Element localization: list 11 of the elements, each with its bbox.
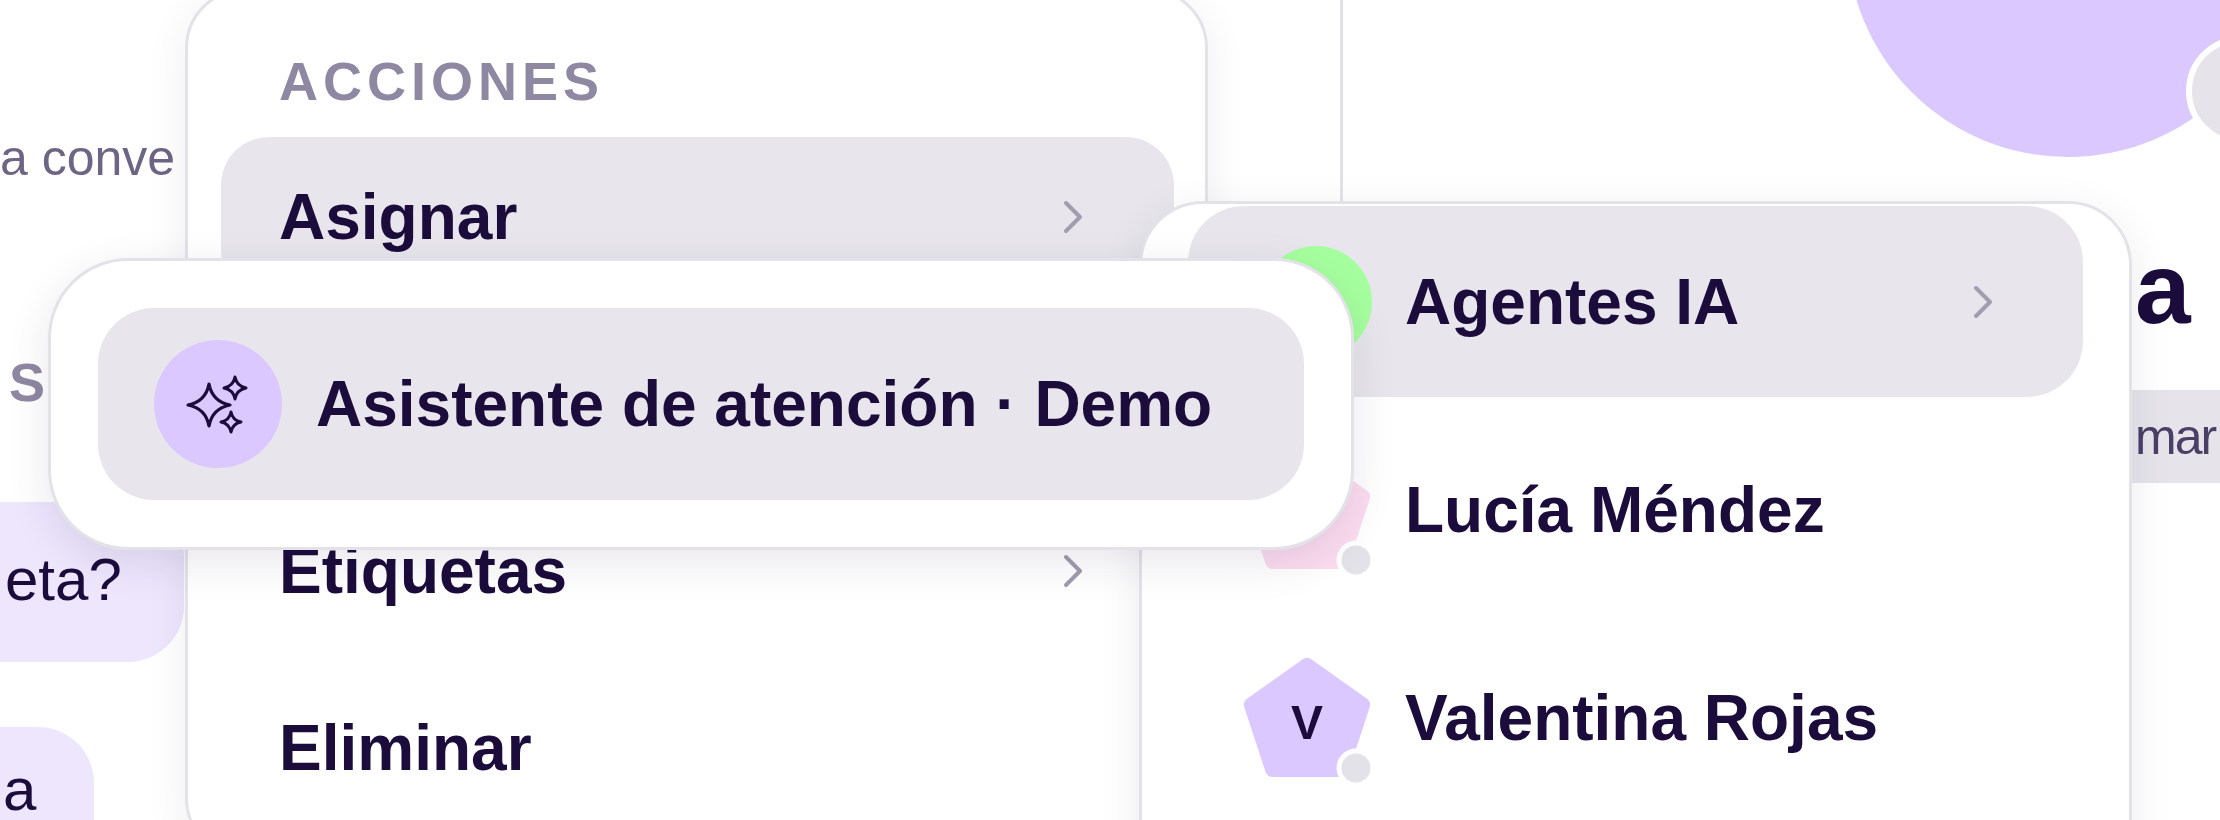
menu-item[interactable]: Asistente de atención · Demo xyxy=(98,308,1304,500)
avatar: V xyxy=(1243,657,1371,778)
message-bubble: a xyxy=(0,727,95,820)
menu-section-header: ACCIONES xyxy=(279,54,605,108)
menu-item[interactable]: V Valentina Rojas xyxy=(1188,622,2083,813)
sparkle-icon xyxy=(154,340,282,468)
contact-tag: mar xyxy=(2132,390,2220,483)
contact-name: a xyxy=(2135,238,2193,338)
menu-item[interactable]: Eliminar xyxy=(221,668,1174,820)
section-label: S xyxy=(9,355,46,409)
conversation-preview: a conve xyxy=(0,133,176,183)
